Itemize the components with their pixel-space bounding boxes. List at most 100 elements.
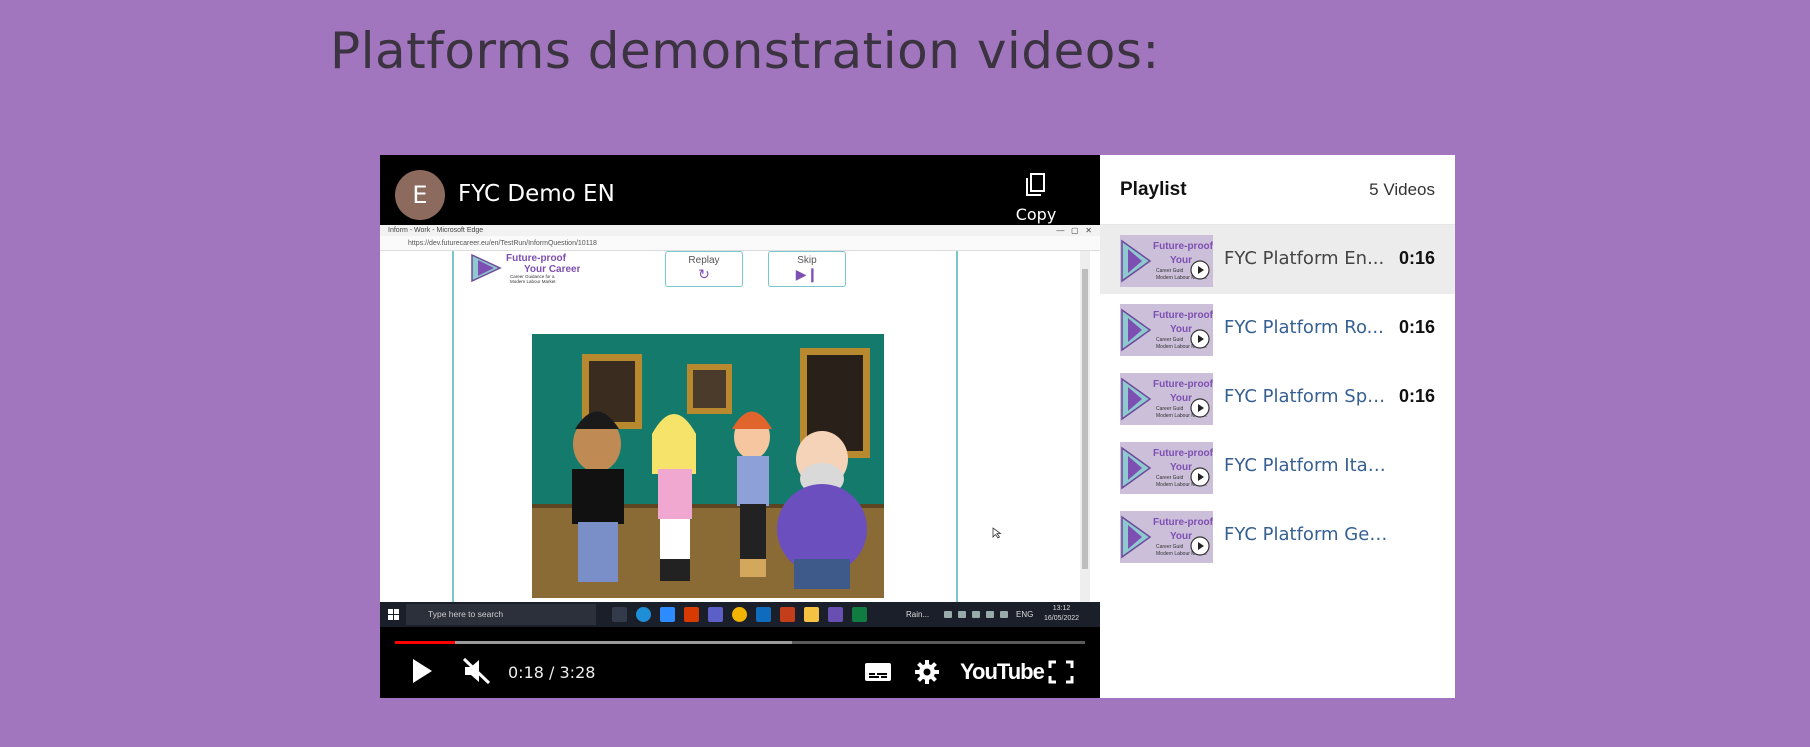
playlist-header: Playlist 5 Videos: [1100, 155, 1455, 225]
edge-icon: [636, 607, 651, 622]
svg-text:Future-proof: Future-proof: [1153, 241, 1213, 252]
svg-text:Your: Your: [1170, 255, 1192, 266]
taskbar-language: ENG: [1016, 610, 1034, 619]
window-controls: — ▢ ✕: [1056, 226, 1092, 235]
playlist-item-duration: 0:16: [1398, 248, 1435, 268]
address-bar: https://dev.futurecareer.eu/en/TestRun/I…: [380, 236, 1100, 251]
svg-text:Career Guid: Career Guid: [1156, 406, 1183, 412]
svg-text:Modern Labour Market: Modern Labour Market: [510, 279, 556, 284]
playlist-item-title[interactable]: FYC Platform Ro...: [1224, 317, 1389, 338]
taskbar-clock: 13:12 16/05/2022: [1044, 604, 1079, 624]
playlist-item[interactable]: Future-proof Your Career Guid Modern Labour…: [1100, 432, 1455, 501]
playlist-item-duration: 0:16: [1398, 317, 1435, 337]
video-thumbnail[interactable]: Future-proof Your Career Guid Modern Labour…: [1120, 235, 1213, 287]
taskbar-apps: [612, 607, 867, 622]
time-display: 0:18 / 3:28: [508, 663, 596, 682]
teams-icon: [708, 607, 723, 622]
scrollbar-thumb[interactable]: [1082, 269, 1088, 569]
powerpoint-icon: [780, 607, 795, 622]
windows-taskbar: Type here to search Rain... ENG 13:12 16…: [380, 602, 1100, 627]
tray-icon: [972, 611, 980, 618]
video-thumbnail[interactable]: Future-proof Your Career Guid Modern Labour…: [1120, 442, 1213, 494]
svg-text:Your: Your: [1170, 393, 1192, 404]
browser-title: Inform - Work - Microsoft Edge: [388, 227, 484, 234]
tray-icon: [986, 611, 994, 618]
system-tray: [944, 611, 1008, 618]
subtitles-icon[interactable]: [864, 662, 892, 682]
svg-text:Career Guid: Career Guid: [1156, 268, 1183, 274]
video-thumbnail[interactable]: Future-proof Your Career Guid Modern Labour…: [1120, 304, 1213, 356]
playlist-panel: Playlist 5 Videos Future-proof Your Career…: [1100, 155, 1455, 698]
player-controls: 0:18 / 3:28 YouTube: [380, 627, 1100, 698]
taskbar-search-text: Type here to search: [428, 609, 504, 619]
youtube-logo[interactable]: YouTube: [960, 659, 1045, 685]
outlook-icon: [756, 607, 771, 622]
future-proof-logo: Future-proof Your Career Career Guidance…: [470, 251, 581, 285]
video-title[interactable]: FYC Demo EN: [458, 181, 615, 207]
svg-text:Future-proof: Future-proof: [1153, 310, 1213, 321]
mute-icon[interactable]: [462, 657, 492, 685]
replay-button[interactable]: Replay ↻: [665, 251, 743, 287]
cartoon-scene-image: [532, 334, 884, 598]
fullscreen-icon[interactable]: [1048, 660, 1074, 684]
browser-title-bar: Inform - Work - Microsoft Edge — ▢ ✕: [380, 225, 1100, 236]
playlist-item[interactable]: Future-proof Your Career Guid Modern Labour…: [1100, 501, 1455, 570]
skip-button[interactable]: Skip ▶❙: [768, 251, 846, 287]
playlist-item-title[interactable]: FYC Platform En...: [1224, 248, 1389, 269]
playlist-item[interactable]: Future-proof Your Career Guid Modern Labour…: [1100, 294, 1455, 363]
svg-text:Your: Your: [1170, 324, 1192, 335]
play-circle-icon: [1190, 260, 1210, 280]
video-thumbnail[interactable]: Future-proof Your Career Guid Modern Labour…: [1120, 373, 1213, 425]
progress-bar[interactable]: [395, 641, 1085, 644]
svg-text:Future-proof: Future-proof: [1153, 517, 1213, 528]
task-view-icon: [612, 607, 627, 622]
progress-played: [395, 641, 455, 644]
playlist-title: Playlist: [1120, 179, 1187, 200]
browser-scrollbar[interactable]: [1080, 251, 1090, 602]
play-circle-icon: [1190, 398, 1210, 418]
url-text: https://dev.futurecareer.eu/en/TestRun/I…: [408, 240, 597, 247]
replay-label: Replay: [688, 255, 720, 266]
video-frame[interactable]: Inform - Work - Microsoft Edge — ▢ ✕ htt…: [380, 225, 1100, 627]
folder-icon: [804, 607, 819, 622]
svg-text:Your: Your: [1170, 462, 1192, 473]
playlist-item[interactable]: Future-proof Your Career Guid Modern Labour…: [1100, 363, 1455, 432]
skip-label: Skip: [797, 255, 817, 266]
playlist-count: 5 Videos: [1369, 180, 1435, 199]
excel-icon: [852, 607, 867, 622]
mouse-cursor-icon: [992, 527, 1002, 539]
player-title-bar: E FYC Demo EN Copy link: [380, 155, 1100, 244]
svg-text:Future-proof: Future-proof: [506, 253, 567, 264]
channel-avatar[interactable]: E: [395, 170, 445, 220]
svg-text:Future-proof: Future-proof: [1153, 448, 1213, 459]
play-circle-icon: [1190, 467, 1210, 487]
video-player[interactable]: E FYC Demo EN Copy link Inform - Work - …: [380, 155, 1100, 698]
zoom-icon: [660, 607, 675, 622]
video-thumbnail[interactable]: Future-proof Your Career Guid Modern Labour…: [1120, 511, 1213, 563]
svg-text:Career Guid: Career Guid: [1156, 337, 1183, 343]
office-icon: [684, 607, 699, 622]
page-title: Platforms demonstration videos:: [330, 22, 1160, 80]
app-icon: [828, 607, 843, 622]
chrome-icon: [732, 607, 747, 622]
playlist-item[interactable]: Future-proof Your Career Guid Modern Labour…: [1100, 225, 1455, 294]
browser-content: Future-proof Your Career Career Guidance…: [380, 251, 1090, 602]
tray-icon: [958, 611, 966, 618]
replay-icon: ↻: [698, 266, 710, 282]
quiz-panel: Future-proof Your Career Career Guidance…: [452, 251, 958, 602]
svg-text:Career Guid: Career Guid: [1156, 544, 1183, 550]
playlist-item-title[interactable]: FYC Platform Spa...: [1224, 386, 1389, 407]
playlist-item-duration: 0:16: [1398, 386, 1435, 406]
play-circle-icon: [1190, 536, 1210, 556]
taskbar-weather: Rain...: [906, 610, 930, 619]
windows-start-icon: [388, 609, 399, 620]
playlist-item-title[interactable]: FYC Platform Italian: [1224, 455, 1389, 476]
settings-gear-icon[interactable]: [914, 659, 940, 685]
taskbar-time: 13:12: [1052, 605, 1071, 612]
play-icon[interactable]: [410, 657, 434, 685]
skip-icon: ▶❙: [795, 266, 819, 282]
taskbar-search: Type here to search: [406, 604, 596, 625]
tray-icon: [1000, 611, 1008, 618]
play-circle-icon: [1190, 329, 1210, 349]
playlist-item-title[interactable]: FYC Platform German: [1224, 524, 1389, 545]
